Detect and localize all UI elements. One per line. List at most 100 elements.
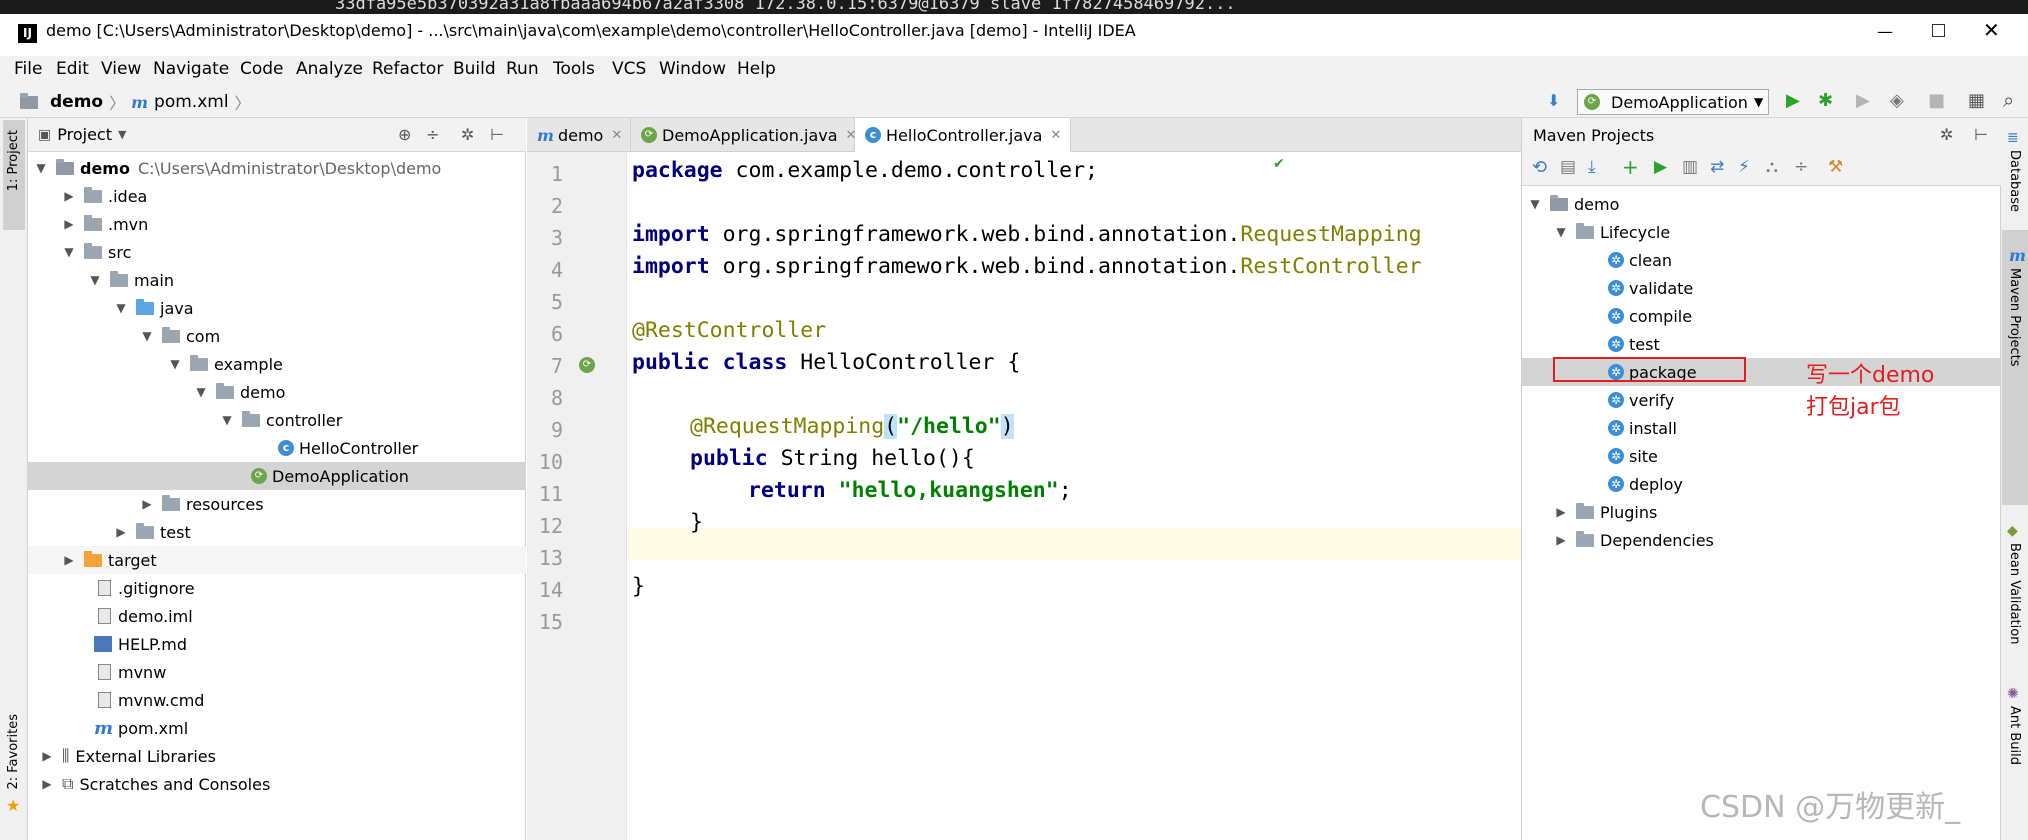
menu-run[interactable]: Run <box>506 59 539 79</box>
run-icon[interactable]: ▶ <box>1786 90 1800 111</box>
menu-file[interactable]: File <box>14 59 42 79</box>
collapse-all-icon[interactable]: ÷ <box>1794 157 1808 177</box>
tree-item[interactable]: m pom.xml <box>28 714 526 742</box>
hide-icon[interactable]: ⊢ <box>1974 125 1988 144</box>
maven-goal-deploy[interactable]: ✲ deploy <box>1608 470 1683 498</box>
menu-help[interactable]: Help <box>737 59 776 79</box>
maven-goal-site[interactable]: ✲ site <box>1608 442 1658 470</box>
skip-tests-icon[interactable]: ⚡ <box>1738 157 1750 177</box>
menu-analyze[interactable]: Analyze <box>296 59 363 79</box>
generate-sources-icon[interactable]: ▤ <box>1560 157 1576 177</box>
run-icon[interactable]: ▶ <box>1654 157 1667 177</box>
maven-settings-icon[interactable]: ▥ <box>1682 157 1698 177</box>
code-line-6[interactable]: @RestController <box>632 318 826 343</box>
gear-icon[interactable]: ✲ <box>461 125 474 144</box>
tree-item[interactable]: mvnw.cmd <box>28 686 526 714</box>
tree-item[interactable]: ▼ controller <box>28 406 526 434</box>
maven-projects-tool-button[interactable]: Maven Projects <box>2007 268 2022 367</box>
menu-code[interactable]: Code <box>240 59 284 79</box>
favorites-tool-button[interactable]: 2: Favorites <box>6 714 21 790</box>
project-panel-title[interactable]: Project <box>57 125 112 144</box>
menu-navigate[interactable]: Navigate <box>153 59 229 79</box>
tree-item[interactable]: HELP.md <box>28 630 526 658</box>
hide-icon[interactable]: ⊢ <box>490 125 504 144</box>
project-structure-icon[interactable]: ▦ <box>1968 90 1985 111</box>
maven-goal-compile[interactable]: ✲ compile <box>1608 302 1692 330</box>
maven-tree-root[interactable]: ▼ demo <box>1528 190 1619 218</box>
stop-icon[interactable]: ■ <box>1928 90 1945 111</box>
menu-edit[interactable]: Edit <box>56 59 89 79</box>
menu-build[interactable]: Build <box>453 59 496 79</box>
add-icon[interactable]: + <box>1622 155 1639 179</box>
debug-icon[interactable]: ✱ <box>1818 90 1833 111</box>
tree-item[interactable]: ▶ .mvn <box>28 210 526 238</box>
maven-goal-test[interactable]: ✲ test <box>1608 330 1660 358</box>
project-tool-button[interactable]: 1: Project <box>6 130 21 191</box>
code-line-7[interactable]: public class HelloController { <box>632 350 1020 375</box>
tab-demo[interactable]: m demo ✕ <box>527 118 631 152</box>
build-icon[interactable]: ⬇ <box>1547 91 1560 110</box>
code-line-10[interactable]: public String hello(){ <box>690 446 975 471</box>
tree-item[interactable]: ▶ ⫼ External Libraries <box>28 742 526 770</box>
tree-item[interactable]: mvnw <box>28 658 526 686</box>
maven-tree-plugins[interactable]: ▶ Plugins <box>1554 498 1657 526</box>
profile-icon[interactable]: ◈ <box>1890 90 1904 111</box>
tree-item[interactable]: ▼ demo C:\Users\Administrator\Desktop\de… <box>28 154 526 182</box>
breadcrumb-project[interactable]: demo <box>50 92 103 112</box>
code-line-11[interactable]: return "hello,kuangshen"; <box>748 478 1072 503</box>
code-line-9[interactable]: @RequestMapping("/hello") <box>690 414 1014 439</box>
tree-item[interactable]: ▼ demo <box>28 378 526 406</box>
menu-tools[interactable]: Tools <box>553 59 595 79</box>
show-dependencies-icon[interactable]: ⛬ <box>1766 157 1778 177</box>
code-line-3[interactable]: import org.springframework.web.bind.anno… <box>632 222 1422 247</box>
run-gutter-icon[interactable]: ⟳ <box>579 357 595 373</box>
chevron-down-icon[interactable]: ▼ <box>118 128 126 141</box>
run-config-dropdown[interactable]: ⟳ DemoApplication ▼ <box>1577 89 1769 115</box>
wrench-icon[interactable]: ⚒ <box>1828 157 1843 177</box>
code-line-14[interactable]: } <box>632 574 645 599</box>
ant-build-tool-button[interactable]: Ant Build <box>2007 706 2022 765</box>
menu-window[interactable]: Window <box>659 59 726 79</box>
maven-goal-validate[interactable]: ✲ validate <box>1608 274 1693 302</box>
maven-goal-install[interactable]: ✲ install <box>1608 414 1677 442</box>
maven-tree-lifecycle[interactable]: ▼ Lifecycle <box>1554 218 1670 246</box>
tab-hello-controller[interactable]: c HelloController.java ✕ <box>855 118 1071 152</box>
tree-item[interactable]: ⟳ DemoApplication <box>28 462 526 490</box>
locate-icon[interactable]: ⊕ <box>398 125 411 144</box>
menu-vcs[interactable]: VCS <box>612 59 646 79</box>
tree-item[interactable]: ▶ test <box>28 518 526 546</box>
close-icon[interactable]: ✕ <box>1983 18 2000 42</box>
tree-item[interactable]: demo.iml <box>28 602 526 630</box>
close-icon[interactable]: ✕ <box>1050 128 1061 143</box>
code-line-4[interactable]: import org.springframework.web.bind.anno… <box>632 254 1422 279</box>
download-icon[interactable]: ⤓ <box>1588 157 1596 177</box>
close-icon[interactable]: ✕ <box>611 128 622 143</box>
tab-demo-application[interactable]: ⟳ DemoApplication.java ✕ <box>631 118 856 152</box>
tree-item[interactable]: ▼ example <box>28 350 526 378</box>
tree-item[interactable]: ▶ resources <box>28 490 526 518</box>
tree-item[interactable]: ▼ java <box>28 294 526 322</box>
tree-item[interactable]: c HelloController <box>28 434 526 462</box>
tree-item[interactable]: ▼ com <box>28 322 526 350</box>
database-tool-button[interactable]: Database <box>2007 150 2022 212</box>
maximize-icon[interactable] <box>1932 24 1945 37</box>
search-icon[interactable]: ⌕ <box>2003 88 2014 112</box>
reimport-icon[interactable]: ⟲ <box>1532 157 1547 178</box>
breadcrumb-file[interactable]: pom.xml <box>154 92 229 112</box>
collapse-icon[interactable]: ÷ <box>426 125 439 144</box>
code-line-1[interactable]: package com.example.demo.controller; <box>632 158 1098 183</box>
bean-validation-tool-button[interactable]: Bean Validation <box>2007 543 2022 644</box>
maven-tree-dependencies[interactable]: ▶ Dependencies <box>1554 526 1714 554</box>
tree-item[interactable]: ▼ main <box>28 266 526 294</box>
tree-item[interactable]: ▼ src <box>28 238 526 266</box>
toggle-offline-icon[interactable]: ⇄ <box>1710 157 1724 177</box>
minimize-icon[interactable]: — <box>1877 22 1893 41</box>
maven-goal-verify[interactable]: ✲ verify <box>1608 386 1674 414</box>
run-coverage-icon[interactable]: ▶ <box>1856 90 1870 111</box>
menu-view[interactable]: View <box>101 59 141 79</box>
tree-item[interactable]: ▶ ⧉ Scratches and Consoles <box>28 770 526 798</box>
tree-item[interactable]: ▶ target <box>28 546 526 574</box>
code-line-12[interactable]: } <box>690 510 703 535</box>
menu-refactor[interactable]: Refactor <box>372 59 443 79</box>
gear-icon[interactable]: ✲ <box>1940 125 1953 144</box>
